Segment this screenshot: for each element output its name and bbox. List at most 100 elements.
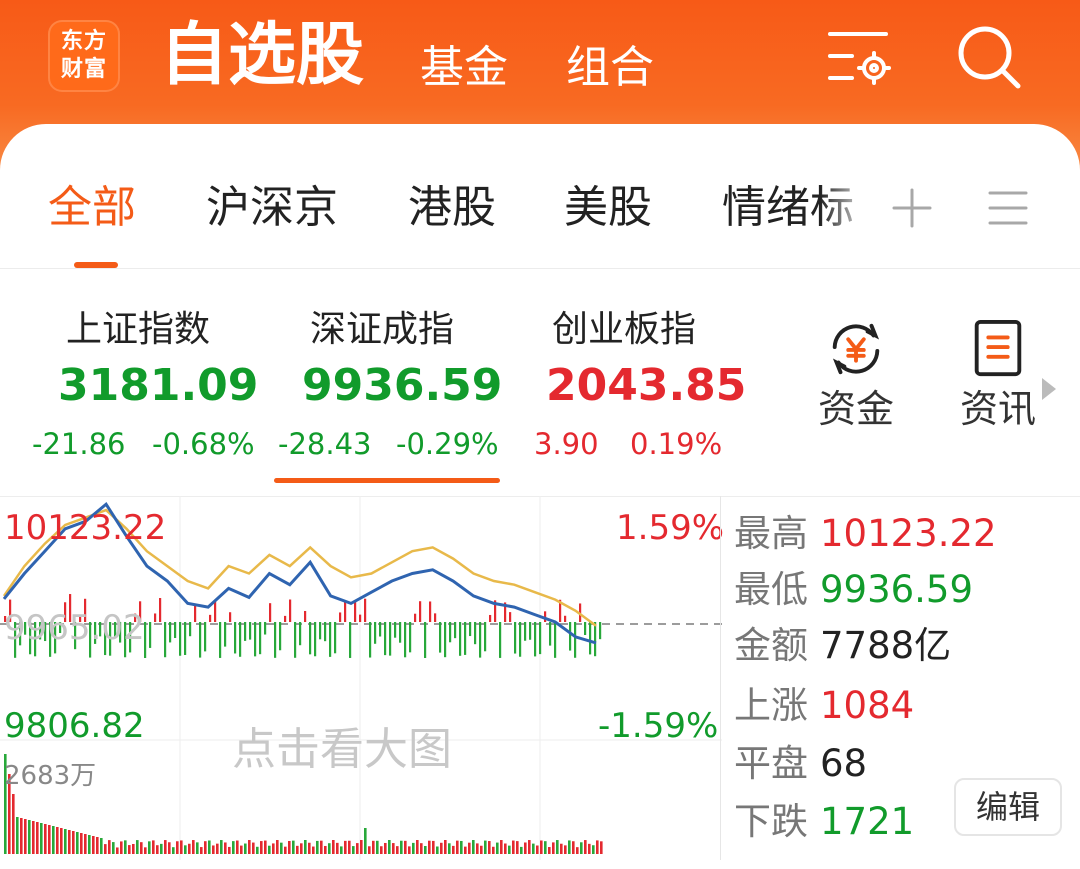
stat-key: 最低: [734, 568, 808, 611]
menu-icon[interactable]: [988, 190, 1028, 226]
volume-bar: [152, 840, 155, 854]
volume-bar: [492, 846, 495, 854]
volume-bar: [348, 840, 351, 854]
tab-portfolio[interactable]: 组合: [566, 38, 654, 98]
volume-bar: [208, 840, 211, 854]
volume-bar: [88, 835, 91, 854]
change-bar: [369, 622, 372, 658]
volume-bar: [84, 834, 87, 854]
tab-watchlist[interactable]: 自选股: [160, 14, 364, 98]
volume-bar: [540, 840, 543, 854]
volume-bar: [380, 846, 383, 854]
volume-bar: [112, 842, 115, 854]
volume-bar: [68, 830, 71, 854]
volume-bar: [40, 823, 43, 854]
volume-bar: [580, 842, 583, 854]
volume-bar: [156, 845, 159, 854]
scroll-right-icon[interactable]: [1040, 376, 1058, 402]
volume-bar: [12, 794, 15, 854]
volume-bar: [400, 840, 403, 854]
change-bar: [289, 599, 292, 622]
volume-bar: [508, 845, 511, 854]
volume-bar: [244, 843, 247, 854]
chart-high-label: 10123.22: [4, 508, 167, 548]
change-bar: [259, 622, 262, 655]
change-bar: [484, 622, 487, 652]
change-bar: [339, 612, 342, 622]
change-bar: [429, 601, 432, 622]
tab-funds[interactable]: 基金: [420, 38, 508, 98]
volume-bar: [512, 840, 515, 854]
news-button[interactable]: 资讯: [958, 318, 1038, 434]
change-bar: [249, 622, 252, 640]
change-bar: [299, 622, 302, 646]
category-tab-hk[interactable]: 港股: [408, 178, 496, 238]
change-bar: [319, 622, 322, 640]
change-bar: [514, 622, 517, 654]
edit-button[interactable]: 编辑: [954, 778, 1062, 836]
volume-bar: [484, 840, 487, 854]
change-bar: [174, 622, 177, 638]
stat-key: 平盘: [734, 742, 808, 785]
volume-bar: [276, 840, 279, 854]
index-change: -28.43: [278, 427, 372, 461]
stat-value: 68: [820, 742, 868, 785]
intraday-chart[interactable]: [0, 496, 722, 860]
index-value: 9936.59: [302, 360, 503, 411]
change-bar: [384, 622, 387, 656]
list-settings-icon[interactable]: [826, 26, 896, 90]
change-bar: [474, 622, 477, 645]
volume-bar: [516, 841, 519, 854]
volume-bar: [20, 818, 23, 854]
search-icon[interactable]: [954, 22, 1024, 92]
volume-bar: [340, 846, 343, 854]
change-bar: [209, 614, 212, 622]
volume-bar: [232, 841, 235, 854]
funds-flow-button[interactable]: 资金: [816, 318, 896, 434]
tabs-fade-mask: [820, 175, 880, 245]
volume-bar: [544, 841, 547, 854]
change-bar: [599, 622, 602, 640]
change-bar: [214, 600, 217, 622]
volume-bar: [388, 840, 391, 854]
change-bar: [229, 612, 232, 622]
change-bar: [594, 622, 597, 657]
volume-bar: [368, 846, 371, 854]
category-tab-us[interactable]: 美股: [564, 178, 652, 238]
volume-bar: [144, 847, 147, 854]
change-bar: [324, 622, 327, 642]
volume-bar: [532, 843, 535, 854]
change-bar: [389, 622, 392, 656]
stat-flat: 平盘 68: [734, 740, 867, 788]
stat-amount: 金额 7788亿: [734, 622, 951, 670]
volume-bar: [396, 846, 399, 854]
change-bar: [564, 615, 567, 622]
category-tab-all[interactable]: 全部: [48, 178, 136, 238]
volume-bar: [576, 847, 579, 854]
index-name: 深证成指: [310, 309, 455, 350]
volume-bar: [188, 843, 191, 854]
volume-bar: [180, 840, 183, 854]
change-bar: [279, 622, 282, 651]
app-logo[interactable]: 东方 财富: [48, 20, 120, 92]
change-bar: [394, 622, 397, 638]
change-bar: [224, 622, 227, 647]
plus-icon[interactable]: [892, 188, 932, 228]
tabs-divider: [0, 268, 1080, 269]
volume-bar: [296, 845, 299, 854]
change-bar: [569, 622, 572, 651]
category-tab-a-shares[interactable]: 沪深京: [206, 178, 338, 238]
volume-bar: [36, 822, 39, 854]
change-bar: [264, 622, 267, 635]
stat-falling: 下跌 1721: [734, 798, 914, 846]
change-bar: [169, 622, 172, 643]
volume-max-label: 2683万: [4, 761, 97, 791]
volume-bar: [128, 845, 131, 854]
view-larger-hint[interactable]: 点击看大图: [232, 724, 452, 776]
volume-bar: [460, 840, 463, 854]
volume-bar: [584, 840, 587, 854]
volume-bar: [304, 840, 307, 854]
change-bar: [359, 614, 362, 622]
volume-bar: [548, 847, 551, 854]
change-bar: [239, 622, 242, 657]
